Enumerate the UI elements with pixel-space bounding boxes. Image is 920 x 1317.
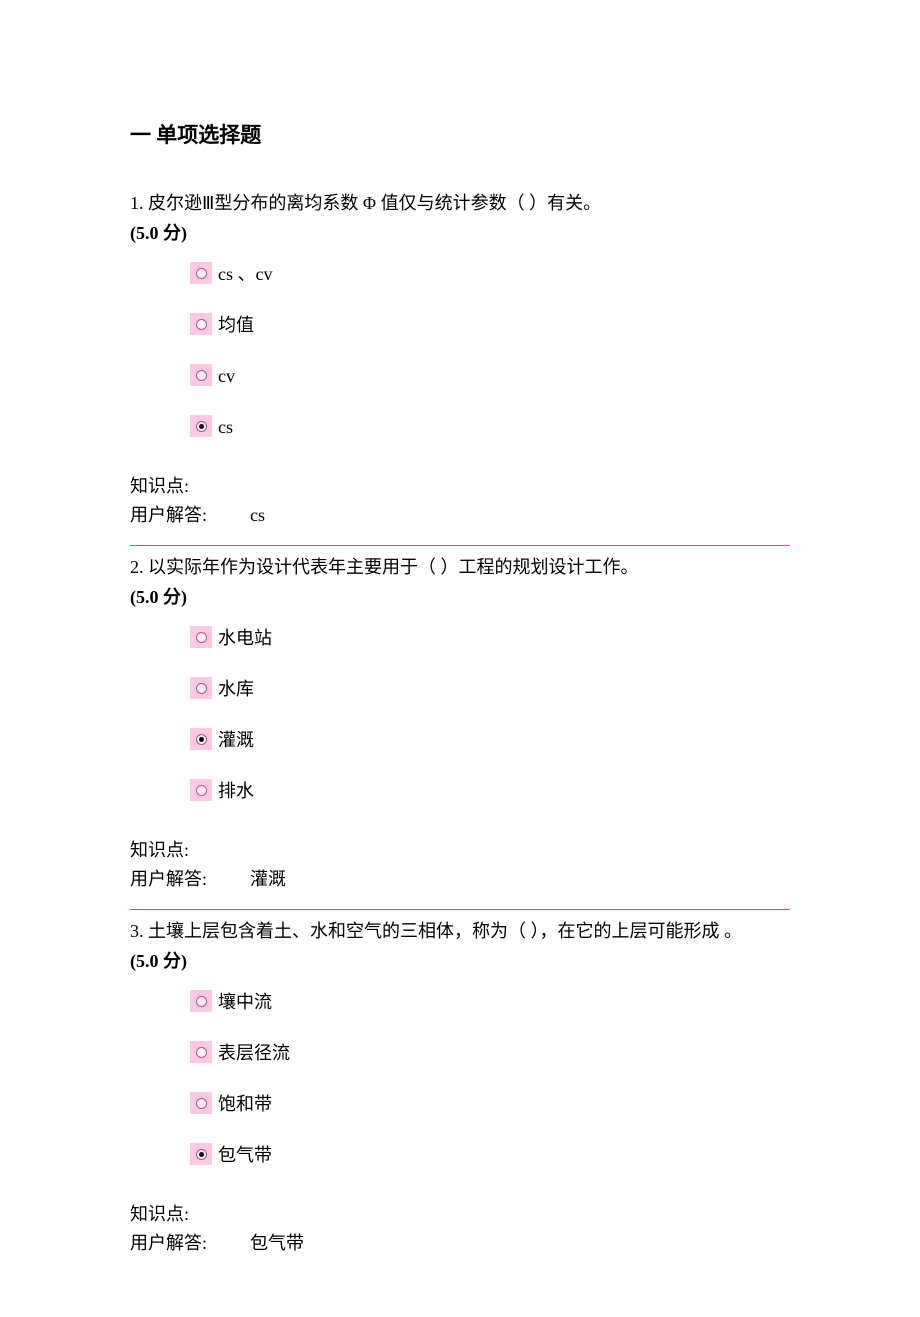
option-row[interactable]: 壤中流 [190, 987, 790, 1016]
question-stem: 3. 土壤上层包含着土、水和空气的三相体，称为（ ），在它的上层可能形成 。 [130, 918, 790, 945]
knowledge-label: 知识点: [130, 1201, 790, 1228]
radio-icon[interactable] [190, 1041, 212, 1063]
user-answer-row: 用户解答: 灌溉 [130, 866, 790, 893]
option-row[interactable]: 水库 [190, 674, 790, 703]
radio-icon[interactable] [190, 313, 212, 335]
option-label: cv [218, 361, 235, 390]
option-label: 均值 [218, 310, 254, 339]
option-row[interactable]: 排水 [190, 776, 790, 805]
option-label: 排水 [218, 776, 254, 805]
knowledge-label: 知识点: [130, 473, 790, 500]
question-block: 2. 以实际年作为设计代表年主要用于（ ）工程的规划设计工作。 (5.0 分) … [130, 554, 790, 910]
radio-icon[interactable] [190, 990, 212, 1012]
question-separator [130, 545, 790, 546]
question-block: 3. 土壤上层包含着土、水和空气的三相体，称为（ ），在它的上层可能形成 。 (… [130, 918, 790, 1257]
question-number: 2. [130, 557, 144, 577]
user-answer-row: 用户解答: 包气带 [130, 1230, 790, 1257]
option-row[interactable]: cs [190, 412, 790, 441]
options-list: 水电站 水库 灌溉 排水 [130, 623, 790, 805]
radio-icon[interactable] [190, 626, 212, 648]
option-label: 表层径流 [218, 1038, 290, 1067]
knowledge-label: 知识点: [130, 837, 790, 864]
radio-icon[interactable] [190, 779, 212, 801]
radio-icon[interactable] [190, 364, 212, 386]
option-row[interactable]: 表层径流 [190, 1038, 790, 1067]
radio-icon[interactable] [190, 677, 212, 699]
option-label: cs [218, 412, 233, 441]
option-label: 饱和带 [218, 1089, 272, 1118]
section-title: 一 单项选择题 [130, 120, 790, 152]
option-row[interactable]: 均值 [190, 310, 790, 339]
option-row[interactable]: cv [190, 361, 790, 390]
options-list: 壤中流 表层径流 饱和带 包气带 [130, 987, 790, 1169]
radio-icon[interactable] [190, 728, 212, 750]
option-row[interactable]: 灌溉 [190, 725, 790, 754]
option-row[interactable]: 包气带 [190, 1140, 790, 1169]
user-answer-value: 包气带 [250, 1230, 304, 1257]
option-label: 水库 [218, 674, 254, 703]
radio-icon[interactable] [190, 1143, 212, 1165]
answer-label: 用户解答: [130, 866, 250, 893]
options-list: cs 、cv 均值 cv cs [130, 259, 790, 441]
question-text: 皮尔逊Ⅲ型分布的离均系数 Φ 值仅与统计参数（ ）有关。 [148, 193, 601, 213]
question-text: 以实际年作为设计代表年主要用于（ ）工程的规划设计工作。 [148, 557, 639, 577]
user-answer-value: 灌溉 [250, 866, 286, 893]
question-separator [130, 909, 790, 910]
option-label: 灌溉 [218, 725, 254, 754]
question-stem: 1. 皮尔逊Ⅲ型分布的离均系数 Φ 值仅与统计参数（ ）有关。 [130, 190, 790, 217]
option-row[interactable]: cs 、cv [190, 259, 790, 288]
option-label: 壤中流 [218, 987, 272, 1016]
answer-label: 用户解答: [130, 502, 250, 529]
question-points: (5.0 分) [130, 220, 790, 247]
radio-icon[interactable] [190, 1092, 212, 1114]
option-label: cs 、cv [218, 259, 272, 288]
question-points: (5.0 分) [130, 584, 790, 611]
option-row[interactable]: 水电站 [190, 623, 790, 652]
radio-icon[interactable] [190, 415, 212, 437]
question-text: 土壤上层包含着土、水和空气的三相体，称为（ ），在它的上层可能形成 。 [148, 921, 742, 941]
question-number: 3. [130, 921, 144, 941]
question-block: 1. 皮尔逊Ⅲ型分布的离均系数 Φ 值仅与统计参数（ ）有关。 (5.0 分) … [130, 190, 790, 546]
question-points: (5.0 分) [130, 948, 790, 975]
user-answer-value: cs [250, 502, 265, 529]
option-row[interactable]: 饱和带 [190, 1089, 790, 1118]
option-label: 水电站 [218, 623, 272, 652]
option-label: 包气带 [218, 1140, 272, 1169]
question-stem: 2. 以实际年作为设计代表年主要用于（ ）工程的规划设计工作。 [130, 554, 790, 581]
radio-icon[interactable] [190, 262, 212, 284]
user-answer-row: 用户解答: cs [130, 502, 790, 529]
answer-label: 用户解答: [130, 1230, 250, 1257]
question-number: 1. [130, 193, 144, 213]
